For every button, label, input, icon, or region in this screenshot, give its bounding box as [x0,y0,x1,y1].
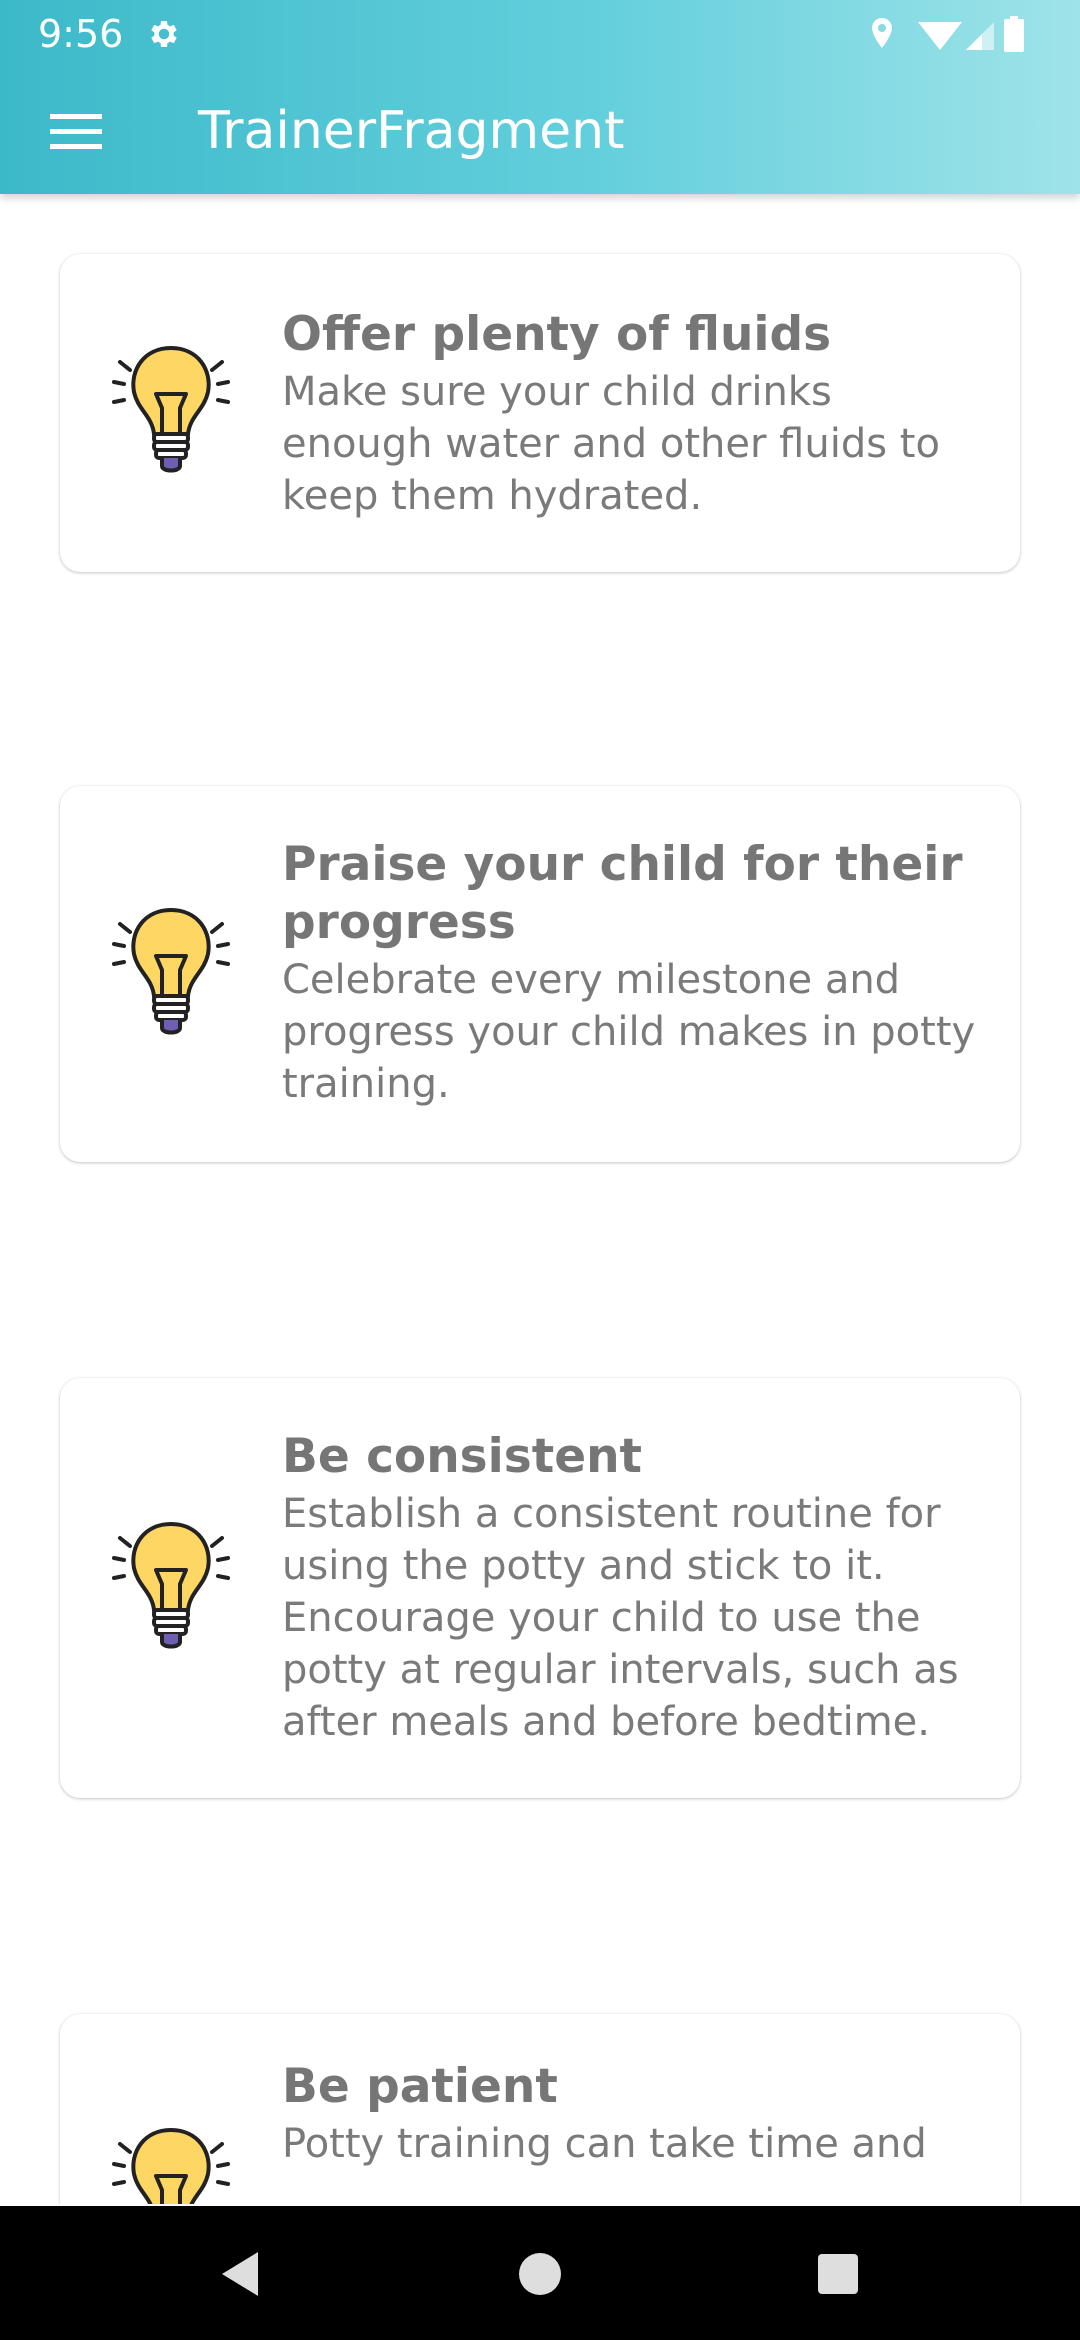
tip-body: Make sure your child drinks enough water… [282,369,940,519]
location-icon [872,18,892,48]
app-header: 9:56 TrainerFragment [0,0,1080,194]
lightbulb-icon [112,1521,230,1649]
tip-title: Praise your child for their progress [282,837,963,950]
toolbar: TrainerFragment [0,68,1080,194]
tip-title: Offer plenty of fluids [282,307,832,362]
tip-text: Praise your child for their progress Cel… [282,836,980,1110]
tip-card[interactable]: Be patient Potty training can take time … [60,2014,1020,2204]
recents-icon[interactable] [806,2242,870,2306]
tip-card[interactable]: Praise your child for their progress Cel… [60,786,1020,1162]
battery-icon [1004,16,1024,52]
hamburger-menu-icon[interactable] [30,94,126,170]
tip-body: Establish a consistent routine for using… [282,1491,959,1745]
toolbar-title: TrainerFragment [198,101,625,161]
status-time: 9:56 [38,12,124,56]
lightbulb-icon [112,345,230,473]
tip-card[interactable]: Be consistent Establish a consistent rou… [60,1378,1020,1798]
wifi-icon [918,22,962,50]
tip-body: Potty training can take time and [282,2121,927,2167]
system-nav-bar [0,2206,1080,2340]
tip-title: Be consistent [282,1429,643,1484]
lightbulb-icon [112,2127,230,2204]
tip-body: Celebrate every milestone and progress y… [282,957,976,1107]
tip-text: Be consistent Establish a consistent rou… [282,1428,980,1748]
lightbulb-icon [112,907,230,1035]
settings-gear-icon [151,20,177,48]
status-bar: 9:56 [0,0,1080,68]
status-icons [872,16,1024,52]
home-icon[interactable] [508,2242,572,2306]
cellular-signal-icon [966,22,994,50]
tips-list[interactable]: Offer plenty of fluids Make sure your ch… [0,194,1080,2204]
tip-text: Be patient Potty training can take time … [282,2058,980,2170]
tip-card[interactable]: Offer plenty of fluids Make sure your ch… [60,254,1020,572]
back-icon[interactable] [208,2242,272,2306]
tip-title: Be patient [282,2059,558,2114]
tip-text: Offer plenty of fluids Make sure your ch… [282,306,980,522]
